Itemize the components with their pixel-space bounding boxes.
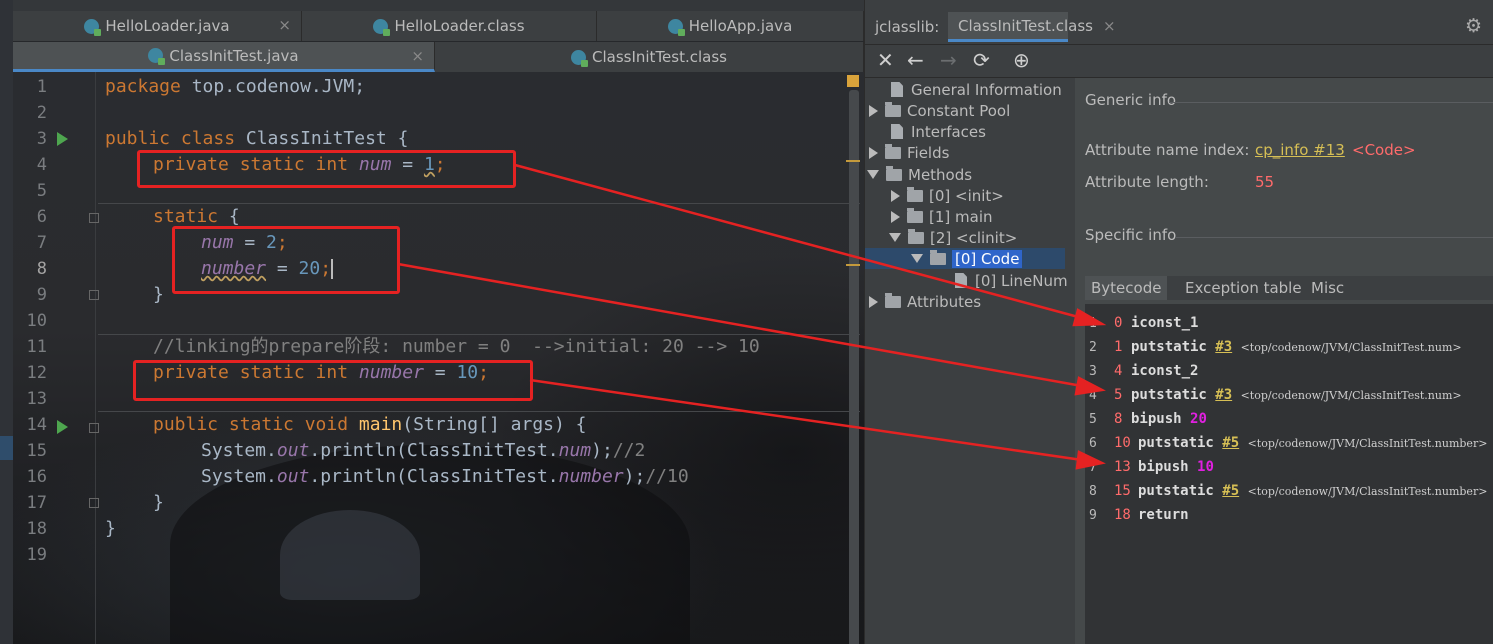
arrow-number-to-bipush xyxy=(529,378,1083,462)
arrowhead xyxy=(1074,376,1106,396)
arrowhead xyxy=(1075,450,1106,470)
arrowhead xyxy=(1072,308,1107,327)
annotation-arrows xyxy=(397,163,1107,470)
arrow-static-to-putstatic xyxy=(397,262,1083,388)
arrow-num-to-iconst xyxy=(514,163,1083,320)
